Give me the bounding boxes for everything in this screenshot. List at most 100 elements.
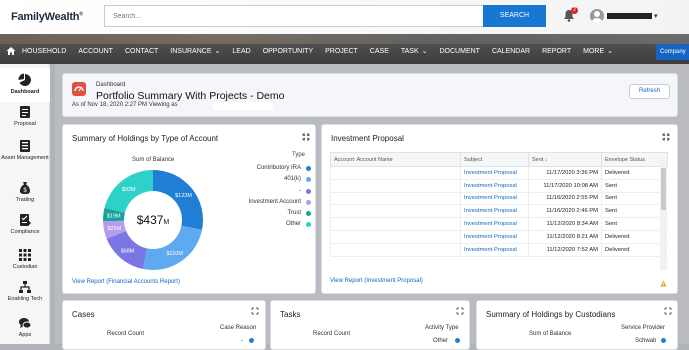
cell-subject[interactable]: Investment Proposal — [460, 230, 529, 244]
legend-item[interactable]: - — [213, 186, 313, 197]
table-row[interactable]: Investment Proposal 11/12/2020 7:52 AM Del… — [330, 243, 668, 257]
table-row[interactable]: Investment Proposal 11/17/2020 3:36 PM Del… — [330, 166, 668, 180]
expand-icon[interactable] — [664, 307, 672, 315]
column-header-account[interactable]: Account: Account Name — [330, 152, 461, 167]
expand-icon[interactable] — [662, 133, 670, 141]
nav-item-case[interactable]: CASE — [364, 48, 395, 55]
nav-item-contact[interactable]: CONTACT — [119, 48, 164, 55]
sidebar-item-label: Apps — [18, 332, 32, 338]
avatar[interactable] — [590, 9, 604, 23]
checklist-icon — [20, 214, 31, 226]
view-report-link[interactable]: View Report (Financial Accounts Report) — [72, 279, 180, 285]
nav-item-task[interactable]: TASK ⌄ — [395, 47, 434, 56]
nav-item-household[interactable]: HOUSEHOLD — [16, 48, 72, 55]
cell-status: Delivered — [601, 166, 668, 180]
column-header-envelope-status[interactable]: Envelope Status — [601, 152, 668, 167]
cell-sent: 11/16/2020 2:55 PM — [528, 192, 602, 206]
chevron-down-icon: ⌄ — [421, 48, 428, 55]
expand-icon[interactable] — [251, 307, 259, 315]
nav-item-lead[interactable]: LEAD — [226, 48, 256, 55]
cell-subject[interactable]: Investment Proposal — [460, 243, 529, 257]
sidebar-item-custodian[interactable]: Custodian — [0, 248, 50, 270]
legend-item[interactable]: 401(k) — [213, 174, 313, 185]
legend-value: - — [241, 338, 243, 344]
sidebar-item-dashboard[interactable]: Dashboard — [0, 68, 50, 102]
legend-dot — [249, 338, 254, 343]
sidebar-item-enabling-tech[interactable]: Enabling Tech — [0, 280, 50, 302]
nav-item-label: LEAD — [232, 47, 251, 55]
legend-swatch — [306, 222, 311, 228]
sidebar-item-apps[interactable]: Apps — [0, 316, 50, 338]
legend-swatch — [306, 211, 311, 217]
column-header-sent[interactable]: Sent ↓ — [528, 152, 602, 167]
sidebar-item-trading[interactable]: $ Trading — [0, 181, 50, 203]
view-report-link[interactable]: View Report (Investment Proposal) — [330, 278, 423, 284]
table-row[interactable]: Investment Proposal 11/12/2020 8:34 AM Sen… — [330, 217, 668, 231]
sidebar-item-asset-management[interactable]: Asset Management — [0, 139, 50, 161]
company-button[interactable]: Company — [656, 44, 689, 60]
nav-item-label: TASK — [400, 47, 419, 55]
legend-item[interactable]: Contributory IRA — [213, 163, 313, 174]
viewer-name-redacted — [213, 102, 273, 110]
scrollbar-thumb[interactable] — [661, 168, 666, 210]
slice-label: $68M — [121, 248, 135, 254]
chat-bubbles-icon — [19, 318, 32, 329]
table-row[interactable]: Investment Proposal 11/16/2020 2:55 PM Sen… — [330, 192, 668, 206]
global-search-input[interactable] — [104, 5, 484, 27]
nav-item-report[interactable]: REPORT — [536, 48, 577, 55]
cell-subject[interactable]: Investment Proposal — [460, 179, 529, 193]
search-button[interactable]: SEARCH — [483, 5, 546, 27]
legend-item[interactable]: Investment Account — [213, 197, 313, 208]
chevron-down-icon[interactable]: ▾ — [654, 12, 658, 20]
cell-account — [330, 179, 461, 193]
nav-item-label: CASE — [369, 47, 389, 55]
table-row[interactable]: Investment Proposal 11/17/2020 10:08 AM Se… — [330, 179, 668, 193]
column-header-subject[interactable]: Subject — [460, 152, 529, 167]
legend-title: Type — [292, 152, 306, 158]
center-value: $437 — [137, 213, 164, 227]
cell-subject[interactable]: Investment Proposal — [460, 192, 529, 206]
legend-item[interactable]: Other — [213, 219, 313, 230]
cases-card: Cases Record Count Case Reason - — [62, 300, 266, 350]
refresh-button[interactable]: Refresh — [629, 84, 670, 99]
table-row[interactable]: Investment Proposal 11/16/2020 2:46 PM Sen… — [330, 204, 668, 219]
card-title: Cases — [72, 310, 95, 319]
nav-item-account[interactable]: ACCOUNT — [72, 48, 119, 55]
dashboard-kicker: Dashboard — [96, 82, 126, 88]
nav-item-label: REPORT — [542, 47, 572, 55]
sidebar-item-proposal[interactable]: Proposal — [0, 105, 50, 127]
home-icon[interactable] — [6, 46, 16, 56]
cell-subject[interactable]: Investment Proposal — [460, 217, 529, 231]
nav-item-label: PROJECT — [325, 47, 358, 55]
nav-item-label: CONTACT — [124, 47, 159, 55]
legend-label: 401(k) — [283, 176, 301, 183]
nav-item-calendar[interactable]: CALENDAR — [486, 48, 536, 55]
legend-swatch — [306, 177, 311, 183]
grid-icon — [19, 249, 31, 261]
cell-status: Sent — [601, 204, 668, 219]
nav-item-insurance[interactable]: INSURANCE ⌄ — [164, 47, 226, 56]
sidebar-item-compliance[interactable]: Compliance — [0, 213, 50, 235]
donut-chart[interactable]: $123M $110M $68M $25M $19M $92M $437M — [101, 168, 205, 272]
nav-item-more[interactable]: MORE ⌄ — [577, 47, 619, 56]
sidebar-item-label: Compliance — [10, 229, 40, 235]
nav-item-label: MORE — [583, 47, 605, 55]
nav-item-opportunity[interactable]: OPPORTUNITY — [257, 48, 319, 55]
expand-icon[interactable] — [456, 307, 464, 315]
user-name-redacted[interactable] — [607, 13, 652, 19]
donut-slice[interactable] — [142, 225, 203, 270]
legend-item[interactable]: Trust — [213, 208, 313, 219]
cell-subject[interactable]: Investment Proposal — [460, 204, 529, 219]
table-scrollbar[interactable] — [660, 160, 667, 270]
holdings-by-account-card: Summary of Holdings by Type of Account S… — [62, 124, 316, 294]
nav-item-project[interactable]: PROJECT — [319, 48, 364, 55]
cell-sent: 11/16/2020 2:46 PM — [528, 204, 602, 219]
cell-sent: 11/12/2020 8:34 AM — [528, 217, 602, 231]
cell-subject[interactable]: Investment Proposal — [460, 166, 529, 180]
slice-label: $92M — [122, 187, 136, 193]
nav-item-label: CALENDAR — [491, 47, 531, 55]
expand-icon[interactable] — [302, 133, 310, 141]
table-row[interactable]: Investment Proposal 11/12/2020 8:21 AM Del… — [330, 230, 668, 244]
nav-item-document[interactable]: DOCUMENT — [434, 48, 486, 55]
app-logo[interactable]: FamilyWealth® — [11, 11, 83, 23]
